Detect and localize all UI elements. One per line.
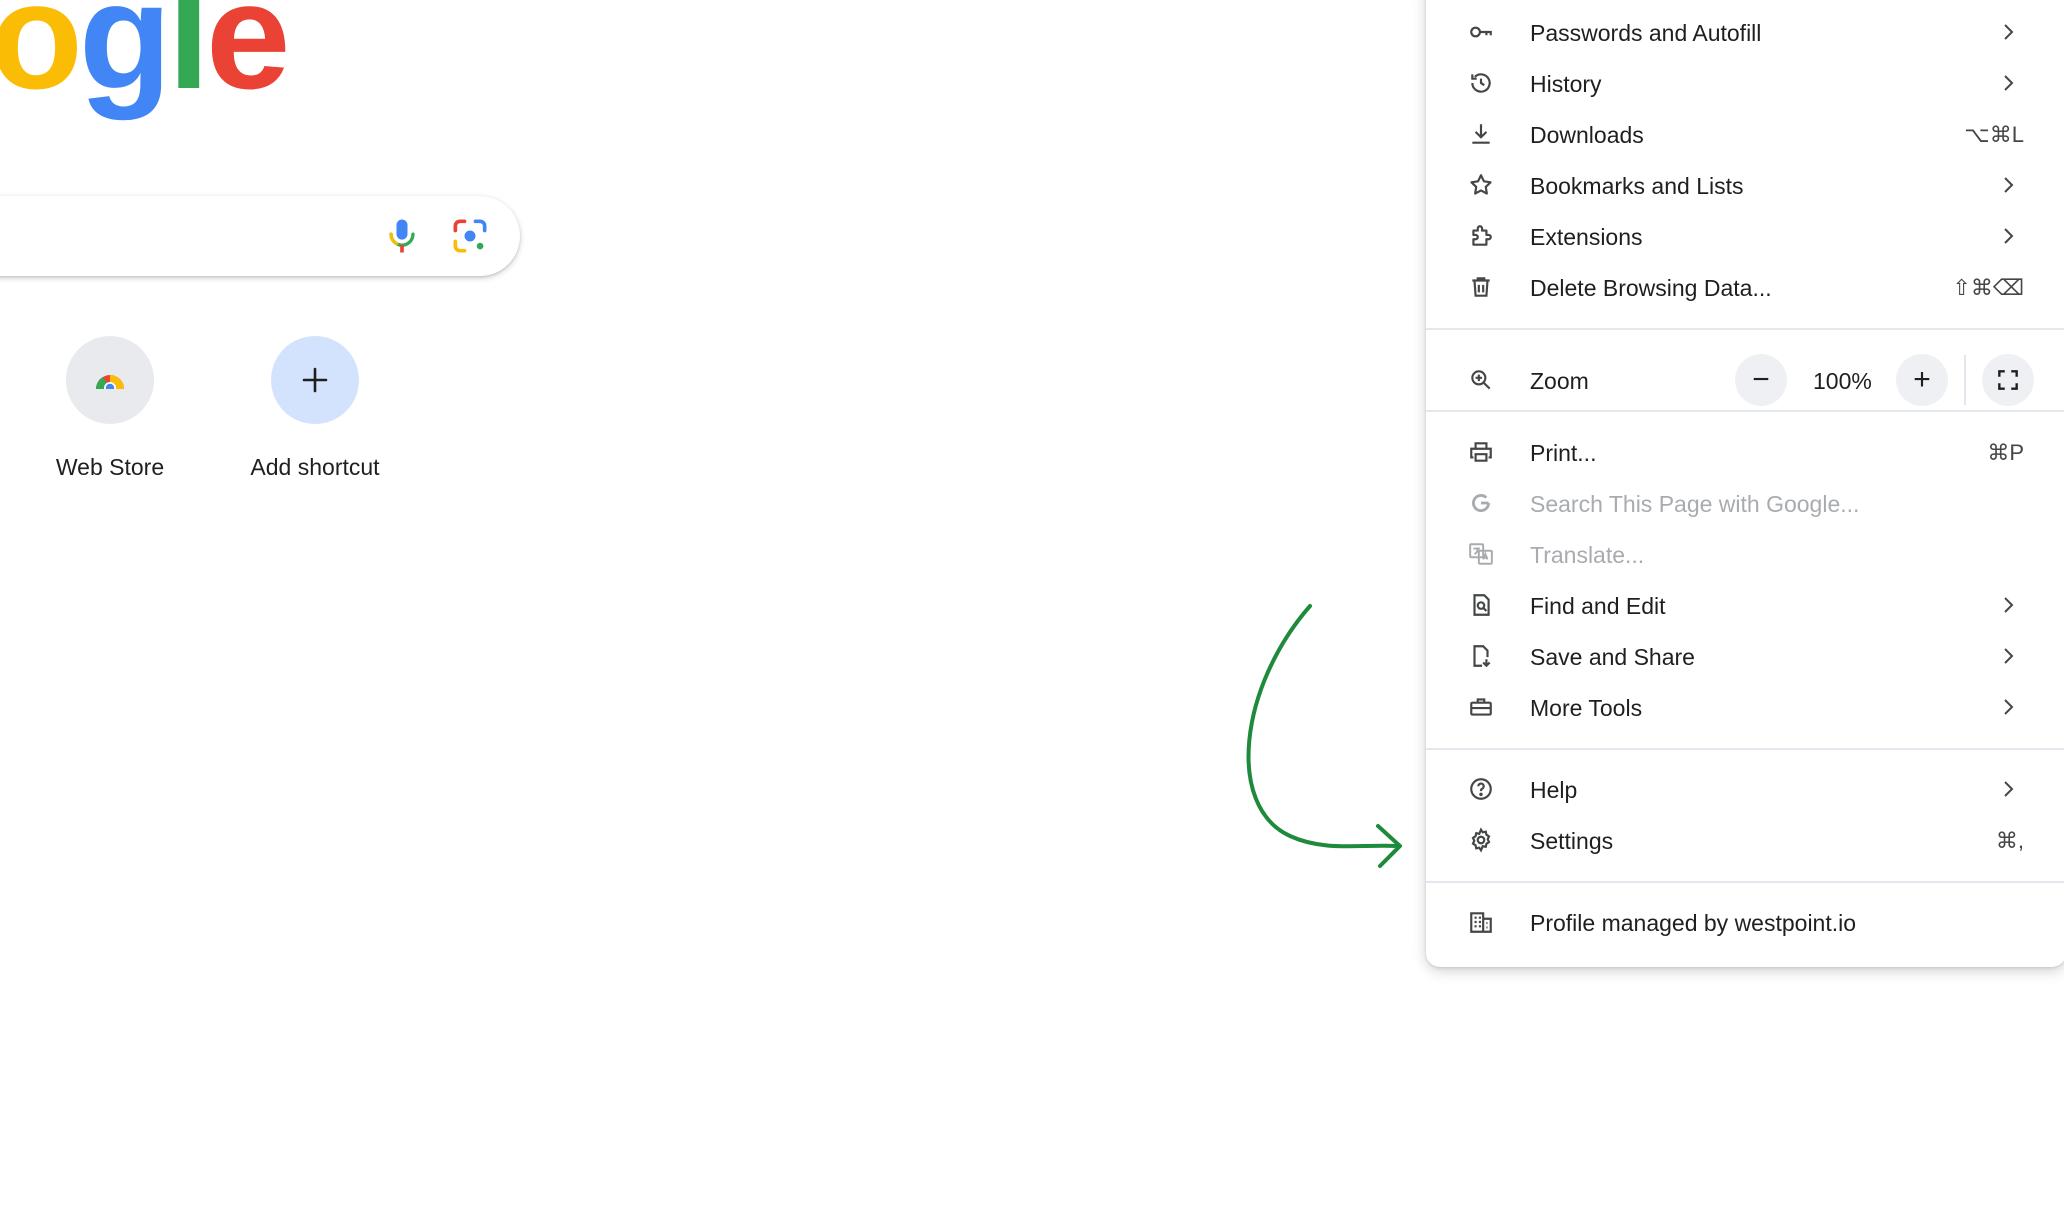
zoom-label: Zoom: [1530, 368, 1589, 394]
menu-item-label: Passwords and Autofill: [1530, 20, 1762, 46]
keyboard-shortcut: ⌘,: [1995, 828, 2024, 853]
chevron-right-icon: [1996, 593, 2020, 617]
menu-item-label: Bookmarks and Lists: [1530, 173, 1744, 199]
menu-item-label: History: [1530, 71, 1602, 97]
google-g-icon: [1468, 490, 1494, 516]
key-icon: [1468, 19, 1494, 45]
google-lens-icon[interactable]: [448, 214, 492, 258]
help-icon: [1468, 776, 1494, 802]
menu-item-label: Help: [1530, 777, 1578, 803]
search-box[interactable]: [0, 196, 520, 276]
zoom-icon: [1468, 367, 1494, 393]
toolbox-icon: [1468, 694, 1494, 720]
history-icon: [1468, 70, 1494, 96]
menu-item-more-tools[interactable]: More Tools: [1426, 682, 2064, 733]
menu-item-find-edit[interactable]: Find and Edit: [1426, 580, 2064, 631]
shortcut-label: Web Store: [55, 454, 165, 480]
menu-item-profile-managed[interactable]: Profile managed by westpoint.io: [1426, 897, 2064, 948]
building-icon: [1468, 909, 1494, 935]
menu-item-delete-browsing-data[interactable]: Delete Browsing Data... ⇧⌘⌫: [1426, 262, 2064, 313]
menu-item-downloads[interactable]: Downloads ⌥⌘L: [1426, 109, 2064, 160]
menu-item-save-share[interactable]: Save and Share: [1426, 631, 2064, 682]
menu-item-label: Find and Edit: [1530, 593, 1666, 619]
logo-letter: g: [78, 0, 172, 121]
menu-divider: [1426, 748, 2064, 750]
shortcut-label: Add shortcut: [250, 454, 380, 480]
menu-item-history[interactable]: History: [1426, 58, 2064, 109]
logo-letter: e: [205, 0, 291, 121]
menu-item-zoom: Zoom − 100% +: [1426, 345, 2064, 415]
menu-item-extensions[interactable]: Extensions: [1426, 211, 2064, 262]
menu-item-search-page-google: Search This Page with Google...: [1426, 478, 2064, 529]
chevron-right-icon: [1996, 20, 2020, 44]
zoom-level: 100%: [1813, 368, 1872, 394]
menu-item-translate: Translate...: [1426, 529, 2064, 580]
microphone-icon[interactable]: [380, 214, 424, 258]
chrome-main-menu: Passwords and Autofill History Downloads…: [1426, 0, 2064, 967]
keyboard-shortcut: ⇧⌘⌫: [1952, 275, 2024, 300]
menu-item-label: Translate...: [1530, 542, 1645, 568]
puzzle-icon: [1468, 223, 1494, 249]
zoom-in-button[interactable]: +: [1896, 354, 1948, 406]
translate-icon: [1468, 541, 1494, 567]
green-arrow-annotation: [1246, 604, 1402, 868]
chevron-right-icon: [1996, 173, 2020, 197]
menu-item-label: Save and Share: [1530, 644, 1695, 670]
fullscreen-button[interactable]: [1982, 354, 2034, 406]
logo-letter: l: [167, 0, 210, 121]
zoom-separator: [1964, 355, 1966, 405]
chevron-right-icon: [1996, 224, 2020, 248]
keyboard-shortcut: ⌘P: [1987, 440, 2024, 465]
find-page-icon: [1468, 592, 1494, 618]
menu-item-print[interactable]: Print... ⌘P: [1426, 427, 2064, 478]
menu-item-label: Delete Browsing Data...: [1530, 275, 1772, 301]
menu-divider: [1426, 410, 2064, 412]
menu-item-settings[interactable]: Settings ⌘,: [1426, 815, 2064, 866]
trash-icon: [1468, 274, 1494, 300]
plus-icon: +: [1913, 363, 1931, 396]
printer-icon: [1468, 439, 1494, 465]
star-icon: [1468, 172, 1494, 198]
chevron-right-icon: [1996, 695, 2020, 719]
menu-divider: [1426, 881, 2064, 883]
save-share-icon: [1468, 643, 1494, 669]
menu-item-passwords-autofill[interactable]: Passwords and Autofill: [1426, 7, 2064, 58]
gear-icon: [1468, 827, 1494, 853]
google-logo: ogle: [0, 0, 291, 121]
download-icon: [1468, 121, 1494, 147]
menu-item-label: Extensions: [1530, 224, 1643, 250]
plus-icon: [271, 336, 359, 424]
fullscreen-icon: [1998, 370, 2018, 390]
chevron-right-icon: [1996, 644, 2020, 668]
menu-item-help[interactable]: Help: [1426, 764, 2064, 815]
new-tab-page: ogle Web Store Add shortcut Passwords an…: [0, 0, 2064, 1212]
menu-item-label: More Tools: [1530, 695, 1643, 721]
menu-item-label: Profile managed by westpoint.io: [1530, 910, 1857, 936]
chevron-right-icon: [1996, 777, 2020, 801]
chrome-web-store-icon: [66, 336, 154, 424]
minus-icon: −: [1752, 363, 1770, 396]
zoom-out-button[interactable]: −: [1735, 354, 1787, 406]
add-shortcut-button[interactable]: Add shortcut: [215, 336, 415, 481]
menu-item-label: Print...: [1530, 440, 1597, 466]
logo-letter: o: [0, 0, 83, 121]
menu-item-label: Search This Page with Google...: [1530, 491, 1860, 517]
keyboard-shortcut: ⌥⌘L: [1964, 122, 2024, 147]
menu-divider: [1426, 328, 2064, 330]
menu-item-bookmarks-lists[interactable]: Bookmarks and Lists: [1426, 160, 2064, 211]
chevron-right-icon: [1996, 71, 2020, 95]
menu-item-label: Settings: [1530, 828, 1614, 854]
menu-item-label: Downloads: [1530, 122, 1644, 148]
shortcut-web-store[interactable]: Web Store: [10, 336, 210, 481]
